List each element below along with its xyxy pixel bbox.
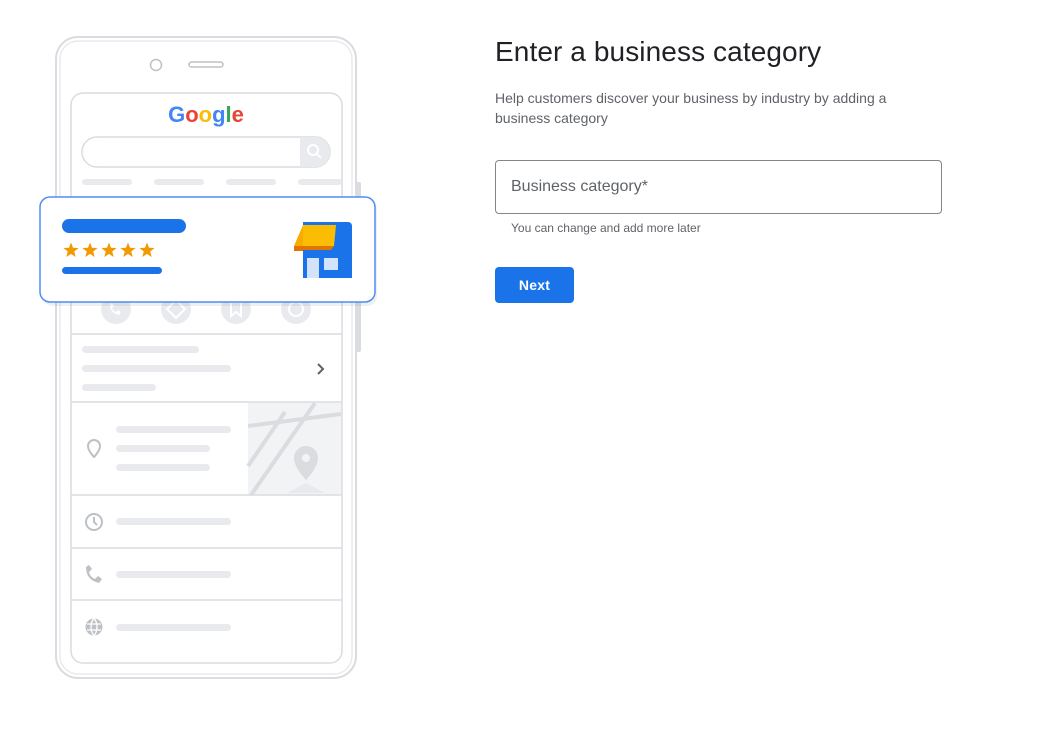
business-profile-illustration: Google [39,36,377,679]
globe-icon [85,618,103,636]
business-detail-bar [62,267,162,274]
page-description: Help customers discover your business by… [495,90,887,126]
business-name-bar [62,219,186,233]
google-logo: Google [168,102,244,127]
business-category-field[interactable] [495,160,942,214]
helper-text: You can change and add more later [511,221,701,235]
business-card [39,196,377,306]
mini-map [246,401,342,497]
business-category-input[interactable] [496,161,941,213]
next-button[interactable]: Next [495,267,574,303]
mock-search-bar [81,136,331,168]
page-title: Enter a business category [495,36,822,67]
